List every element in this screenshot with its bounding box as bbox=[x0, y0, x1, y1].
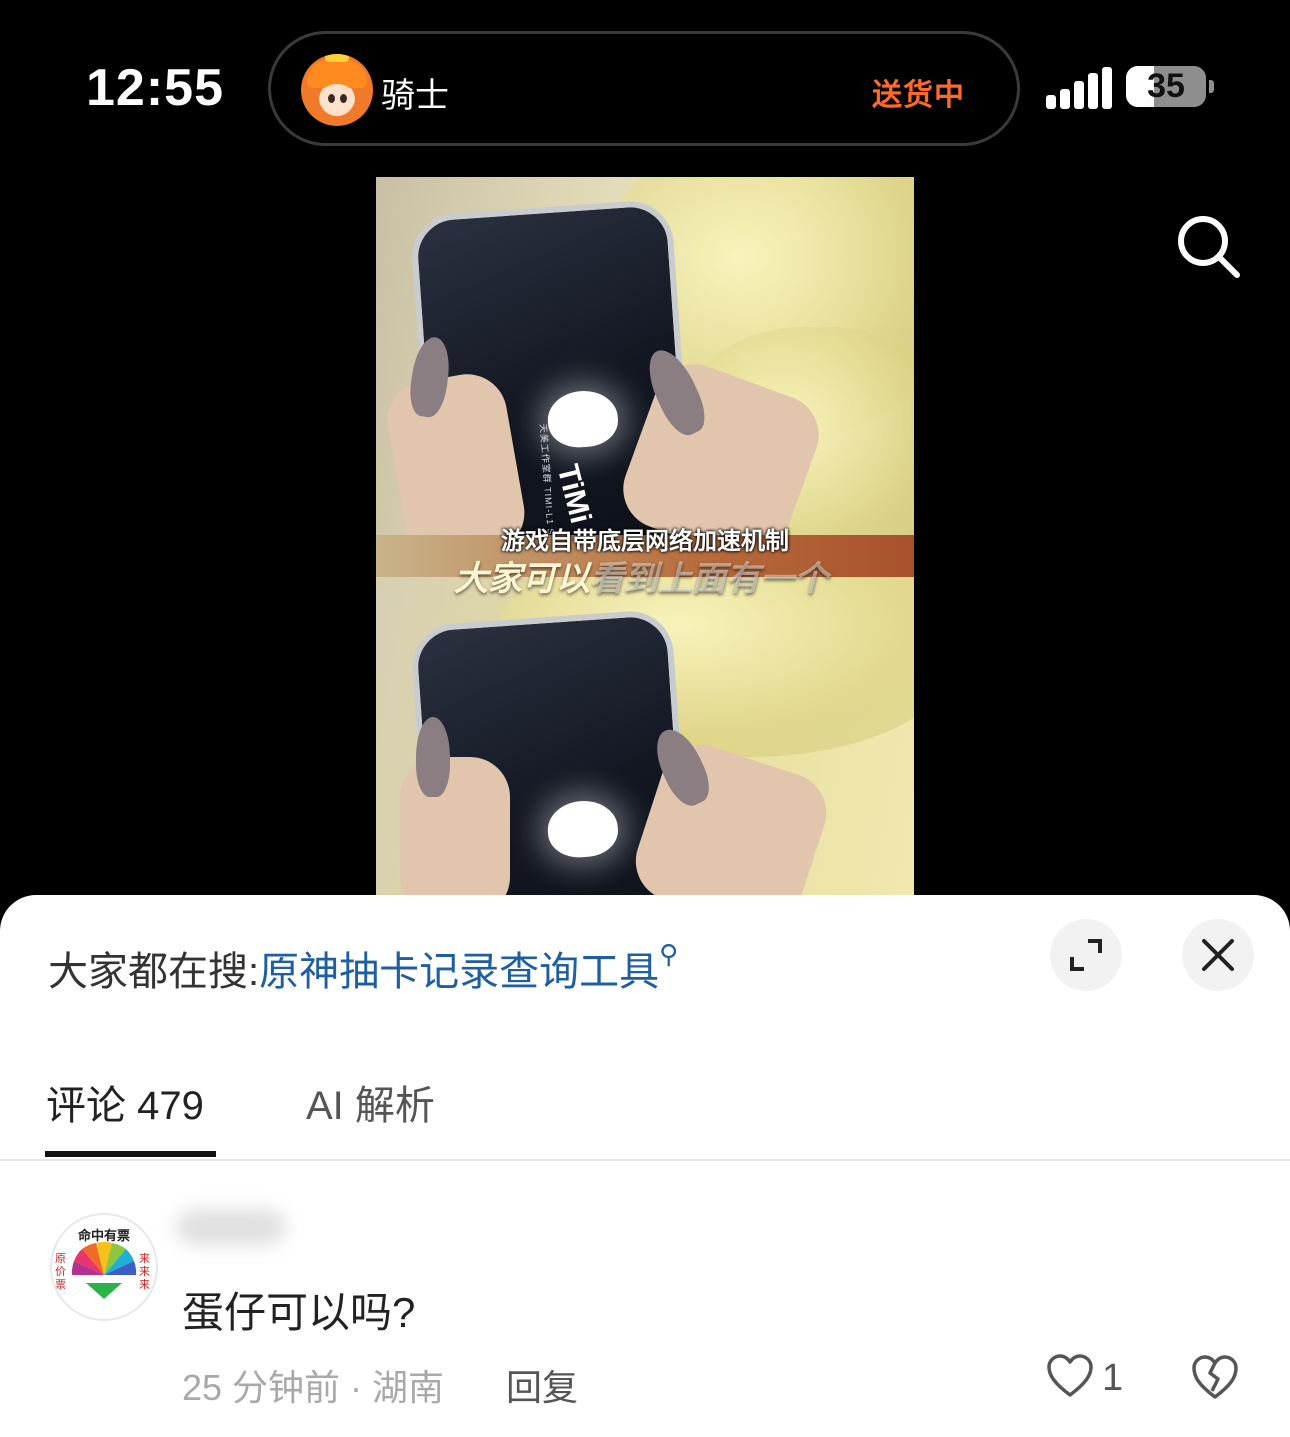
active-tab-indicator bbox=[45, 1151, 216, 1157]
timi-logo-text: TiMi bbox=[550, 461, 598, 527]
battery-icon: 35 bbox=[1126, 66, 1206, 107]
rider-label: 骑士 bbox=[381, 77, 449, 115]
avatar[interactable]: 命中有票 原价票 来来来 bbox=[50, 1213, 158, 1321]
expand-button[interactable] bbox=[1050, 919, 1122, 991]
close-icon bbox=[1202, 939, 1234, 971]
broken-heart-icon[interactable] bbox=[1190, 1353, 1240, 1403]
heart-icon[interactable] bbox=[1046, 1353, 1094, 1401]
trending-search[interactable]: 大家都在搜:原神抽卡记录查询工具⚲ bbox=[48, 939, 678, 997]
username-blurred[interactable] bbox=[176, 1209, 286, 1245]
close-button[interactable] bbox=[1182, 919, 1254, 991]
live-activity-pill[interactable]: 骑士 送货中 bbox=[268, 31, 1020, 146]
rider-avatar bbox=[301, 54, 373, 126]
comment-meta: 25 分钟前 · 湖南 bbox=[182, 1367, 445, 1408]
clock: 12:55 bbox=[86, 59, 224, 117]
reply-button[interactable]: 回复 bbox=[506, 1359, 578, 1411]
tab-bar: 评论 479 AI 解析 bbox=[0, 1065, 1290, 1161]
delivery-status: 送货中 bbox=[872, 79, 965, 112]
like-count: 1 bbox=[1102, 1357, 1124, 1399]
pinwheel-icon bbox=[71, 1241, 137, 1299]
status-bar: 12:55 骑士 送货中 35 bbox=[0, 0, 1290, 170]
battery-tip bbox=[1209, 80, 1214, 93]
expand-icon bbox=[1070, 939, 1102, 971]
comments-sheet: 大家都在搜:原神抽卡记录查询工具⚲ 评论 479 AI 解析 命中有票 原价票 … bbox=[0, 895, 1290, 1437]
video-caption-big: 大家可以看到上面有一个 bbox=[454, 551, 828, 600]
trending-term[interactable]: 原神抽卡记录查询工具 bbox=[259, 950, 659, 994]
timi-logo-icon-repeat bbox=[545, 798, 620, 860]
tab-comments[interactable]: 评论 479 bbox=[46, 1073, 204, 1131]
comment-text: 蛋仔可以吗? bbox=[182, 1289, 416, 1336]
timi-logo-icon bbox=[545, 388, 620, 450]
trending-label: 大家都在搜: bbox=[48, 950, 260, 994]
video-frame-top: TiMi 天美工作室群 TIMI-L1 STUDIO bbox=[376, 177, 914, 537]
caption-rest: 看到上面有一个 bbox=[590, 560, 828, 598]
tab-ai-analysis[interactable]: AI 解析 bbox=[306, 1073, 435, 1131]
battery-percent: 35 bbox=[1147, 67, 1185, 105]
signal-bars-icon bbox=[1046, 67, 1112, 109]
search-icon[interactable] bbox=[1174, 212, 1242, 280]
comment-item: 命中有票 原价票 来来来 蛋仔可以吗? 25 分钟前 · 湖南 回复 1 bbox=[0, 1195, 1290, 1435]
trending-search-icon: ⚲ bbox=[659, 939, 679, 969]
video-player[interactable]: TiMi 天美工作室群 TIMI-L1 STUDIO 游戏自带底层网络加速机制 … bbox=[376, 177, 914, 897]
video-frame-bottom bbox=[376, 577, 914, 897]
caption-highlight: 大家可以 bbox=[454, 560, 590, 598]
